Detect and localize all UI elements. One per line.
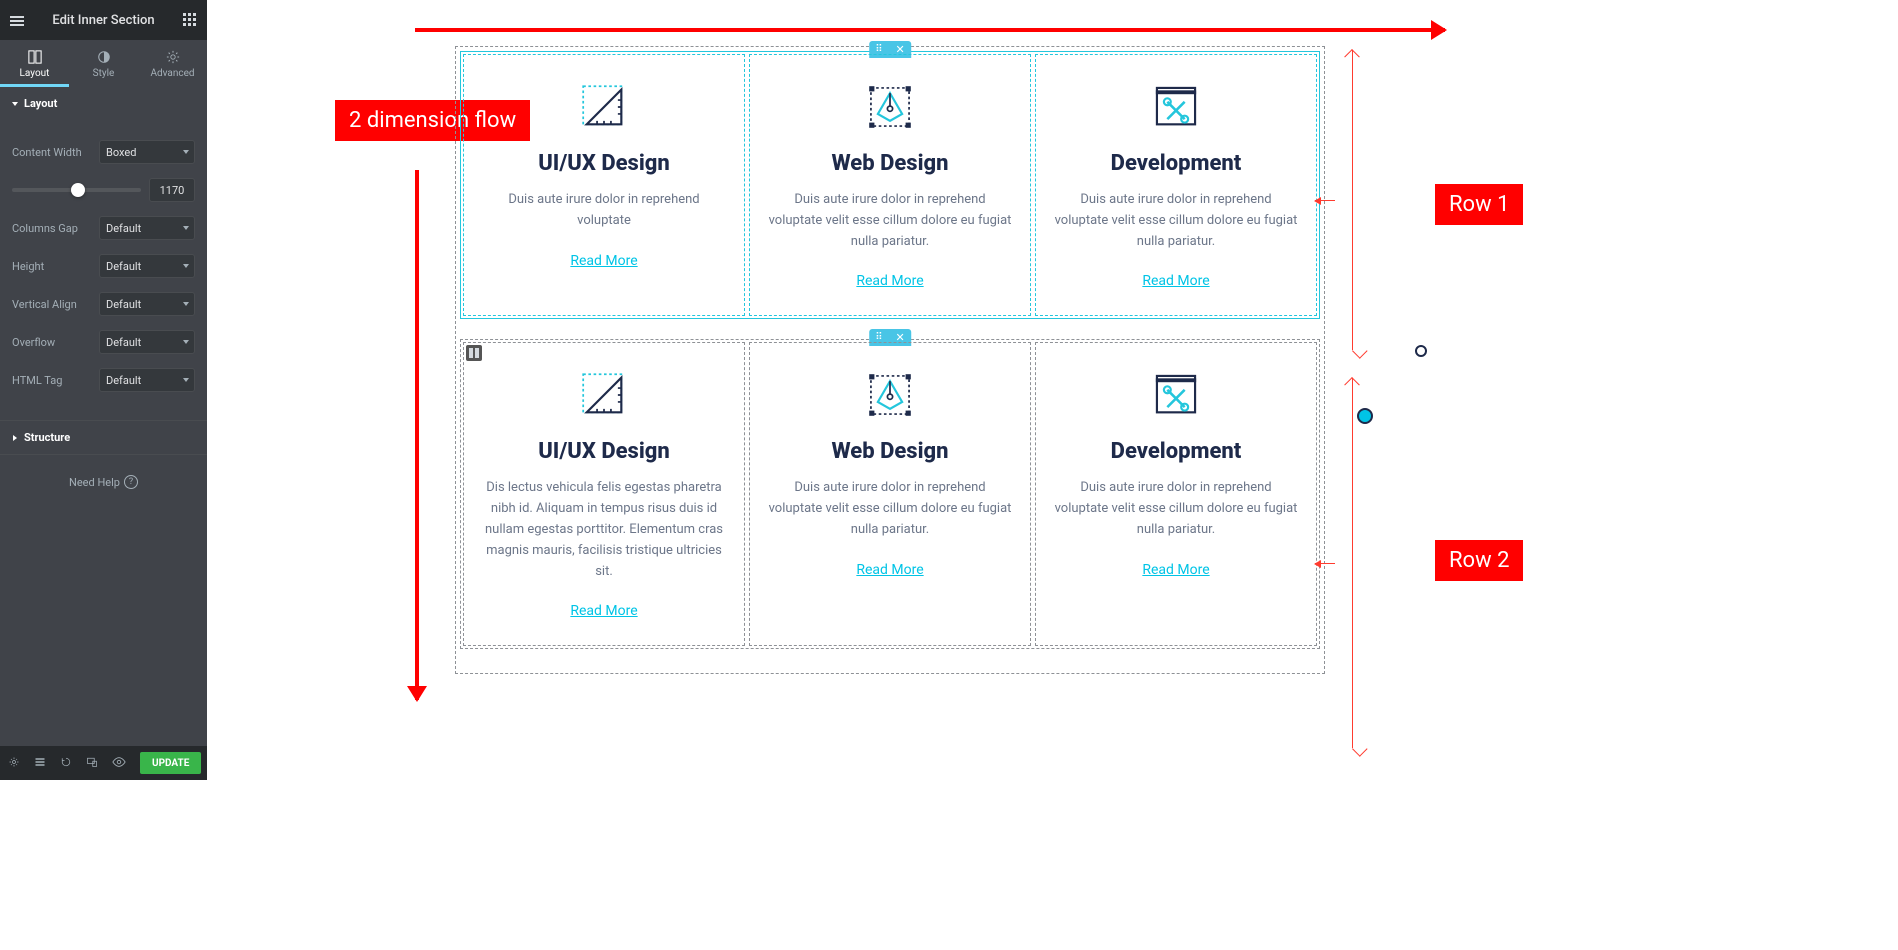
annotation-circle-open: [1415, 345, 1427, 357]
card-title: UI/UX Design: [480, 439, 728, 464]
sidebar-footer: UPDATE: [0, 746, 207, 780]
sidebar-tabs: Layout Style Advanced: [0, 40, 207, 87]
card-description: Duis aute irure dolor in reprehend volup…: [480, 190, 728, 232]
html-tag-label: HTML Tag: [12, 374, 62, 387]
panel-section-structure: Structure: [0, 421, 207, 455]
section-toggle-structure[interactable]: Structure: [0, 421, 207, 454]
gear-icon: [166, 50, 180, 64]
pen-tool-icon: [864, 81, 916, 133]
tab-label: Advanced: [150, 68, 194, 79]
layout-icon: [28, 50, 42, 64]
annotation-circle-filled: [1357, 408, 1373, 424]
panel-section-layout: Layout Content Width Columns Gap Height: [0, 87, 207, 421]
read-more-link[interactable]: Read More: [856, 273, 923, 289]
vertical-align-label: Vertical Align: [12, 298, 77, 311]
annotation-arrow-right: [415, 28, 1445, 32]
settings-panel: Layout Content Width Columns Gap Height: [0, 87, 207, 746]
update-button[interactable]: UPDATE: [140, 752, 201, 774]
tools-icon: [1150, 81, 1202, 133]
card-description: Duis aute irure dolor in reprehend volup…: [766, 478, 1014, 540]
need-help-link[interactable]: Need Help ?: [0, 455, 207, 509]
annotation-row2-label: Row 2: [1435, 540, 1523, 581]
column[interactable]: Development Duis aute irure dolor in rep…: [1035, 342, 1317, 646]
height-select[interactable]: [99, 254, 195, 278]
column[interactable]: Web Design Duis aute irure dolor in repr…: [749, 342, 1031, 646]
sidebar-header: Edit Inner Section: [0, 0, 207, 40]
card-description: Duis aute irure dolor in reprehend volup…: [1052, 190, 1300, 252]
tools-icon: [1150, 369, 1202, 421]
card-description: Duis aute irure dolor in reprehend volup…: [766, 190, 1014, 252]
card-description: Dis lectus vehicula felis egestas pharet…: [480, 478, 728, 582]
editor-sidebar: Edit Inner Section Layout Style Advanced…: [0, 0, 207, 780]
width-slider[interactable]: [12, 188, 141, 192]
tab-layout[interactable]: Layout: [0, 40, 69, 87]
annotation-bracket-row1: [1335, 50, 1353, 350]
column[interactable]: UI/UX Design Dis lectus vehicula felis e…: [463, 342, 745, 646]
card-title: Web Design: [766, 439, 1014, 464]
content-width-select[interactable]: [99, 140, 195, 164]
width-number-input[interactable]: [149, 178, 195, 202]
responsive-footer-icon[interactable]: [86, 756, 98, 771]
slider-thumb[interactable]: [71, 183, 85, 197]
pen-tool-icon: [864, 369, 916, 421]
settings-footer-icon[interactable]: [8, 756, 20, 771]
tab-style[interactable]: Style: [69, 40, 138, 87]
overflow-label: Overflow: [12, 336, 55, 349]
column[interactable]: Development Duis aute irure dolor in rep…: [1035, 54, 1317, 316]
apps-grid-icon[interactable]: [183, 13, 197, 27]
edit-column-icon[interactable]: [466, 345, 482, 361]
inner-section-row-2[interactable]: ⠿ ✕ UI/UX Design Dis lectus vehicula fel…: [460, 339, 1320, 649]
overflow-select[interactable]: [99, 330, 195, 354]
ruler-icon: [578, 81, 630, 133]
history-footer-icon[interactable]: [60, 756, 72, 771]
columns-gap-label: Columns Gap: [12, 222, 78, 235]
columns-gap-select[interactable]: [99, 216, 195, 240]
section-toggle-layout[interactable]: Layout: [0, 87, 207, 120]
read-more-link[interactable]: Read More: [856, 562, 923, 578]
card-description: Duis aute irure dolor in reprehend volup…: [1052, 478, 1300, 540]
need-help-text: Need Help: [69, 476, 120, 489]
read-more-link[interactable]: Read More: [1142, 273, 1209, 289]
vertical-align-select[interactable]: [99, 292, 195, 316]
preview-footer-icon[interactable]: [112, 756, 126, 771]
card-title: Development: [1052, 151, 1300, 176]
card-title: Development: [1052, 439, 1300, 464]
tab-label: Style: [93, 68, 115, 79]
read-more-link[interactable]: Read More: [570, 253, 637, 269]
help-icon: ?: [124, 475, 138, 489]
chevron-right-icon: [13, 435, 17, 441]
editor-canvas: 2 dimension flow ⠿ ✕ UI/UX Design Duis a…: [207, 0, 1898, 780]
tab-label: Layout: [20, 68, 50, 79]
annotation-bracket-row2: [1335, 378, 1353, 748]
card-title: Web Design: [766, 151, 1014, 176]
html-tag-select[interactable]: [99, 368, 195, 392]
section-title-text: Structure: [24, 431, 70, 444]
section-title-text: Layout: [24, 97, 57, 110]
menu-icon[interactable]: [10, 14, 24, 26]
outer-section: ⠿ ✕ UI/UX Design Duis aute irure dolor i…: [455, 46, 1325, 674]
navigator-footer-icon[interactable]: [34, 756, 46, 771]
read-more-link[interactable]: Read More: [1142, 562, 1209, 578]
read-more-link[interactable]: Read More: [570, 603, 637, 619]
card-title: UI/UX Design: [480, 151, 728, 176]
ruler-icon: [578, 369, 630, 421]
sidebar-title: Edit Inner Section: [52, 13, 154, 28]
height-label: Height: [12, 260, 44, 273]
content-width-label: Content Width: [12, 146, 82, 159]
annotation-arrow-down: [415, 170, 419, 700]
chevron-down-icon: [12, 102, 18, 106]
annotation-row1-label: Row 1: [1435, 184, 1523, 225]
column[interactable]: UI/UX Design Duis aute irure dolor in re…: [463, 54, 745, 316]
inner-section-row-1[interactable]: ⠿ ✕ UI/UX Design Duis aute irure dolor i…: [460, 51, 1320, 319]
style-icon: [97, 50, 111, 64]
column[interactable]: Web Design Duis aute irure dolor in repr…: [749, 54, 1031, 316]
tab-advanced[interactable]: Advanced: [138, 40, 207, 87]
